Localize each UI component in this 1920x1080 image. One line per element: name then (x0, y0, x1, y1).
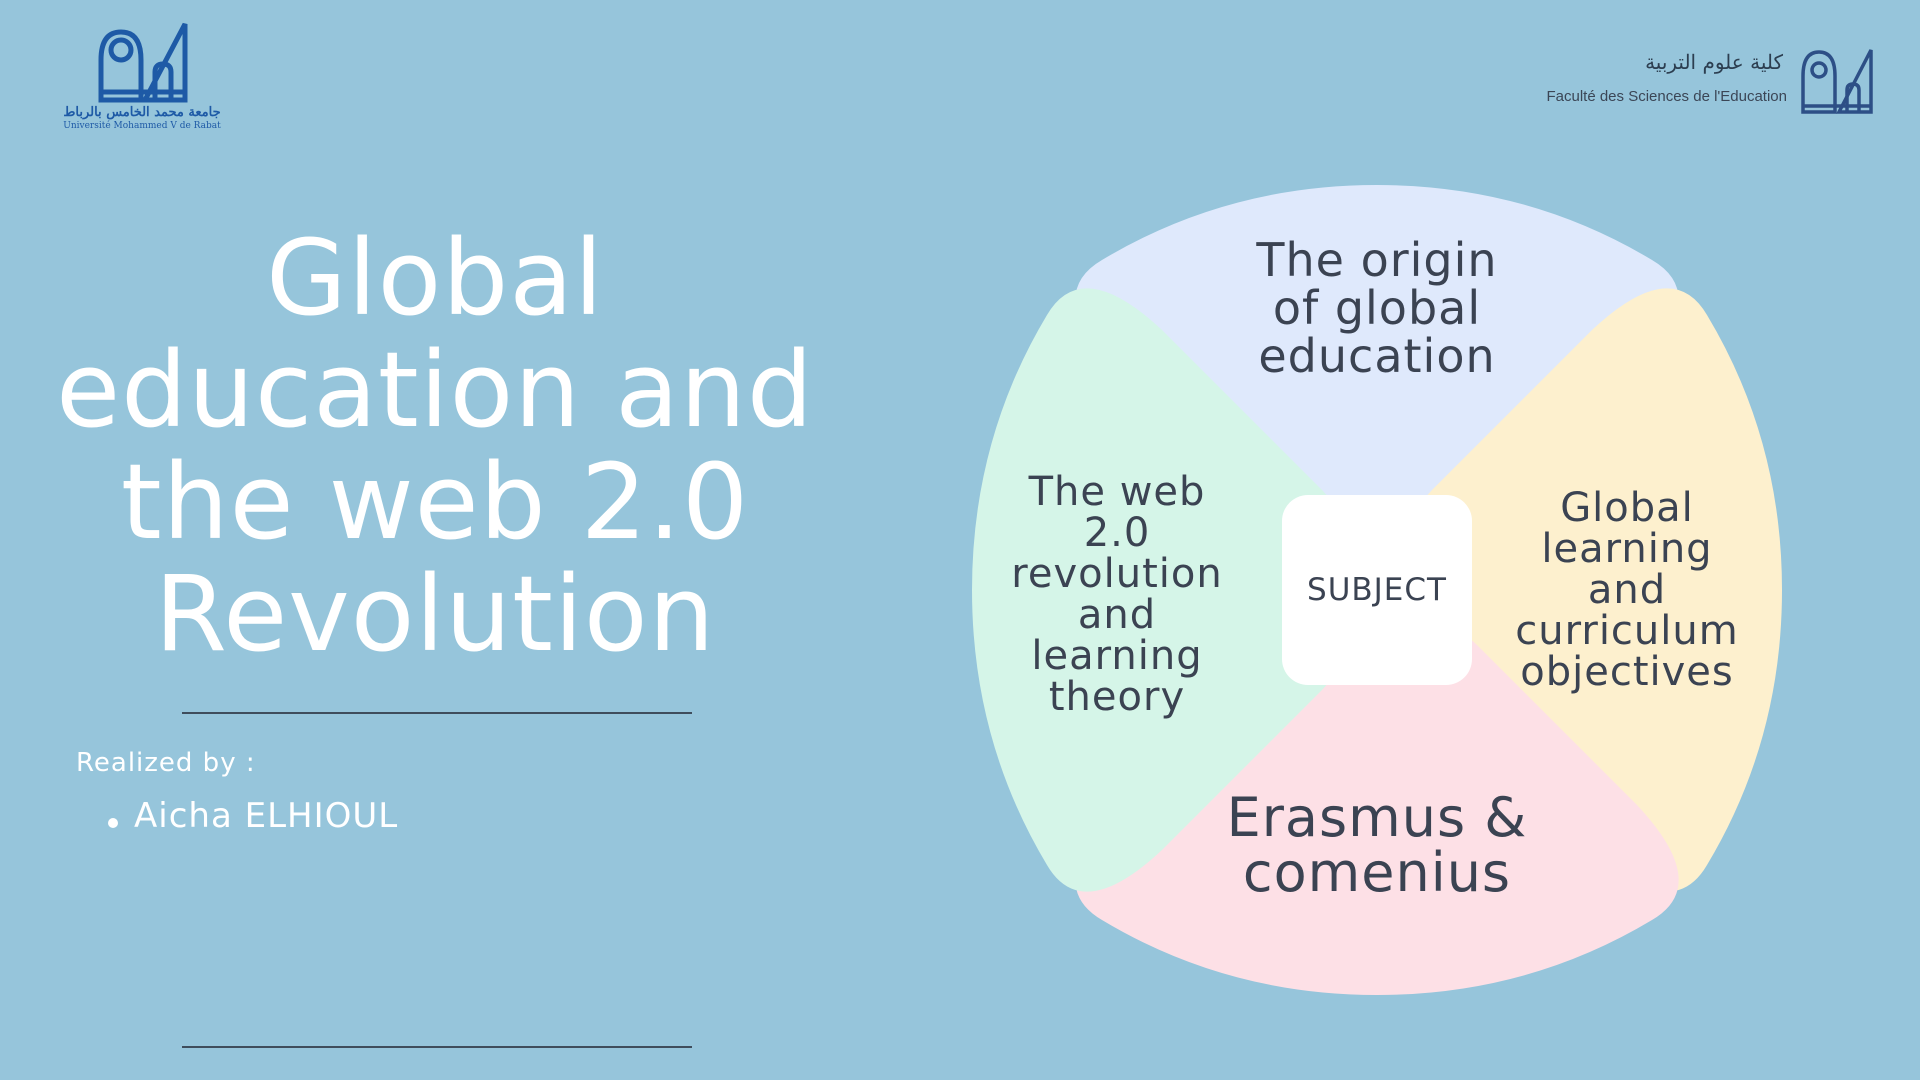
university-logo: جامعة محمد الخامس بالرباط Université Moh… (62, 20, 222, 138)
presentation-title: Global education and the web 2.0 Revolut… (40, 222, 830, 670)
faculty-logo: كلية علوم التربية Faculté des Sciences d… (1546, 40, 1875, 130)
segment-right-line: and (1587, 566, 1667, 613)
segment-right-line: Global (1560, 484, 1694, 531)
author-list: Aicha ELHIOUL (104, 796, 398, 836)
segment-left-line: 2.0 (1083, 510, 1151, 556)
segment-bottom-line: comenius (1242, 841, 1512, 904)
divider-line-bottom (182, 1046, 692, 1048)
segment-right-line: objectives (1520, 648, 1734, 695)
faculty-french-name: Faculté des Sciences de l'Education (1546, 88, 1787, 105)
university-arabic-name: جامعة محمد الخامس بالرباط (63, 105, 221, 120)
title-line: Global (266, 217, 604, 339)
segment-left-line: and (1077, 592, 1157, 638)
segment-top-line: education (1258, 328, 1496, 383)
segment-right-label: Global learning and curriculum objective… (1502, 475, 1752, 705)
university-emblem-icon (98, 22, 188, 103)
author-item: Aicha ELHIOUL (104, 796, 398, 836)
segment-right-line: curriculum (1515, 607, 1739, 654)
segment-top-label: The origin of global education (1192, 235, 1562, 380)
university-french-name: Université Mohammed V de Rabat (63, 121, 221, 131)
title-line: Revolution (154, 553, 716, 675)
divider-line-top (182, 712, 692, 714)
title-line: education and (56, 329, 814, 451)
segment-left-line: The web (1028, 469, 1206, 515)
realized-by-label: Realized by : (76, 748, 256, 778)
segment-top-line: The origin (1256, 232, 1498, 287)
faculty-arabic-name: كلية علوم التربية (1645, 50, 1783, 74)
segment-bottom-label: Erasmus & comenius (1167, 780, 1587, 910)
faculty-emblem-icon (1801, 49, 1873, 114)
segment-left-line: theory (1048, 674, 1186, 720)
segment-right-line: learning (1541, 525, 1713, 572)
segment-bottom-line: Erasmus & (1226, 786, 1528, 849)
title-line: the web 2.0 (120, 441, 750, 563)
subject-diagram: The origin of global education Global le… (972, 185, 1782, 995)
segment-left-line: revolution (1011, 551, 1223, 597)
segment-top-line: of global (1272, 280, 1482, 335)
segment-left-label: The web 2.0 revolution and learning theo… (1002, 470, 1232, 720)
subject-center-box: SUBJECT (1282, 495, 1472, 685)
segment-left-line: learning (1031, 633, 1203, 679)
